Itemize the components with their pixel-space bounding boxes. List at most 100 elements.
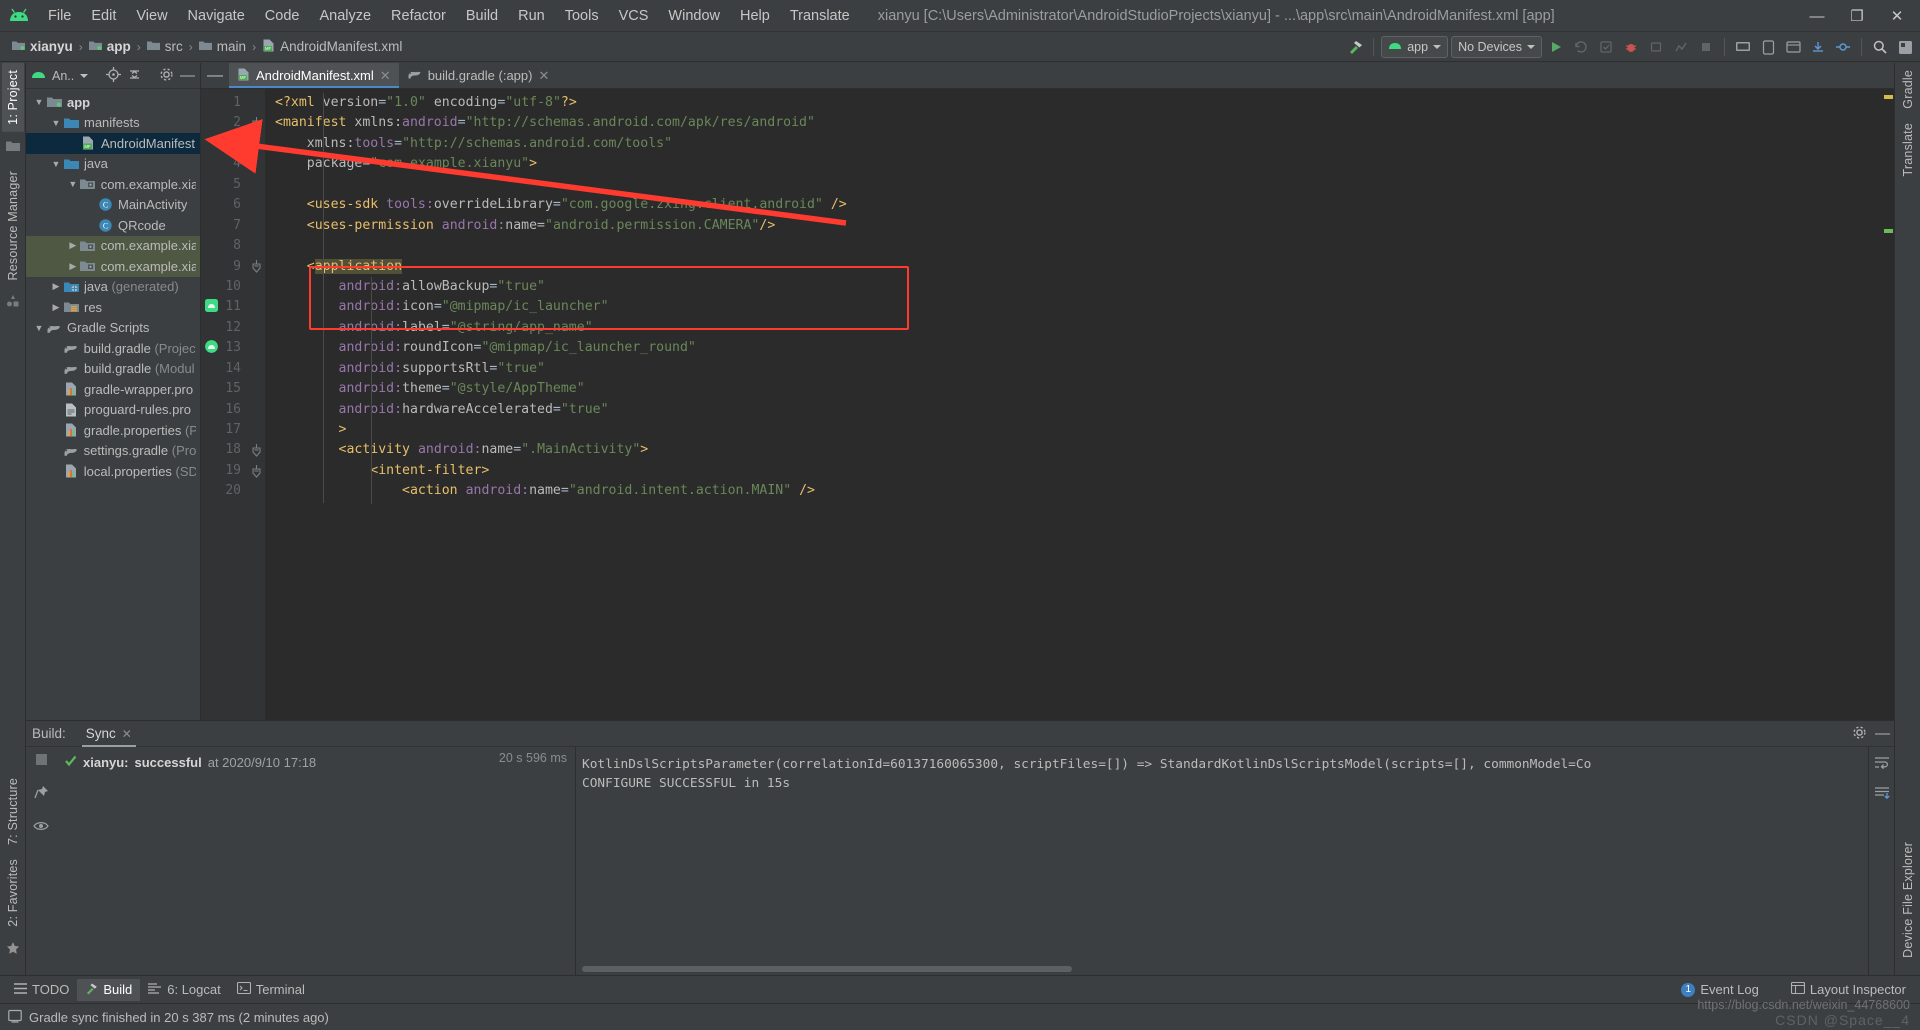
tree-item[interactable]: ▶com.example.xia (26, 236, 200, 257)
maximize-button[interactable]: ❐ (1838, 1, 1876, 31)
menu-item-analyze[interactable]: Analyze (309, 5, 381, 27)
bottom-tab-event-log[interactable]: 1 Event Log (1673, 979, 1767, 1000)
menu-item-edit[interactable]: Edit (81, 5, 126, 27)
device-selector[interactable]: No Devices (1451, 36, 1542, 58)
bottom-tab-build[interactable]: Build (77, 979, 140, 1001)
stop-button[interactable] (1695, 36, 1717, 58)
chevron-down-icon[interactable]: ▼ (66, 179, 80, 189)
stop-build-icon[interactable] (35, 753, 48, 771)
tree-item[interactable]: build.gradle (Modul (26, 359, 200, 380)
build-result-node[interactable]: xianyu: successful at 2020/9/10 17:18 (56, 751, 575, 773)
tree-item[interactable]: settings.gradle (Proj (26, 441, 200, 462)
editor-tab-buildgradle[interactable]: build.gradle (:app) ✕ (399, 63, 558, 88)
tree-item[interactable]: MFAndroidManifest (26, 133, 200, 154)
minimize-button[interactable]: — (1798, 1, 1836, 31)
vcs-update-icon[interactable] (1807, 36, 1829, 58)
tree-item[interactable]: proguard-rules.pro (26, 400, 200, 421)
layout-editor-icon[interactable] (1782, 36, 1804, 58)
breadcrumb-androidmanifest[interactable]: MF AndroidManifest.xml (258, 38, 406, 56)
chevron-right-icon[interactable]: ▶ (49, 302, 63, 313)
fold-toggle-icon[interactable] (247, 113, 265, 133)
hide-panel-icon[interactable]: — (180, 71, 195, 81)
menu-item-file[interactable]: File (38, 5, 81, 27)
bottom-tab-layout-inspector[interactable]: Layout Inspector (1783, 979, 1914, 1000)
hide-editor-icon[interactable]: — (201, 63, 229, 88)
apply-changes-button[interactable] (1595, 36, 1617, 58)
run-button[interactable] (1545, 36, 1567, 58)
eye-icon[interactable] (33, 819, 49, 837)
chevron-right-icon[interactable]: ▶ (66, 240, 80, 251)
close-button[interactable]: ✕ (1878, 1, 1916, 31)
chevron-right-icon[interactable]: ▶ (49, 281, 63, 292)
close-icon[interactable]: ✕ (538, 68, 549, 84)
chevron-down-icon[interactable]: ▼ (32, 97, 46, 107)
console-hscrollbar[interactable] (582, 966, 1072, 972)
rerun-button[interactable] (1570, 36, 1592, 58)
tree-item[interactable]: build.gradle (Project (26, 338, 200, 359)
breadcrumb-xianyu[interactable]: xianyu (8, 38, 77, 55)
profiler-button[interactable] (1670, 36, 1692, 58)
menu-item-help[interactable]: Help (730, 5, 780, 27)
avd-manager-icon[interactable] (1757, 36, 1779, 58)
collapse-all-icon[interactable] (127, 67, 142, 85)
editor-tab-androidmanifest[interactable]: MF AndroidManifest.xml ✕ (229, 63, 399, 88)
fold-toggle-icon[interactable] (247, 257, 265, 277)
chevron-down-icon[interactable]: ▼ (49, 118, 63, 128)
tree-item[interactable]: ▶java (generated) (26, 277, 200, 298)
hide-panel-icon[interactable]: — (1875, 730, 1890, 738)
menu-item-navigate[interactable]: Navigate (178, 5, 255, 27)
locate-file-icon[interactable] (106, 67, 121, 85)
sdk-manager-icon[interactable] (1732, 36, 1754, 58)
search-icon[interactable] (1869, 36, 1891, 58)
breadcrumb-main[interactable]: main (195, 38, 250, 55)
menu-item-window[interactable]: Window (658, 5, 730, 27)
launcher-icon[interactable] (205, 299, 218, 319)
tool-tab-structure[interactable]: 7: Structure (2, 771, 24, 852)
tool-tab-translate[interactable]: Translate (1897, 116, 1919, 183)
build-console[interactable]: KotlinDslScriptsParameter(correlationId=… (576, 747, 1868, 975)
breadcrumb-app[interactable]: app (85, 38, 135, 55)
project-structure-icon[interactable] (1894, 36, 1916, 58)
tree-item[interactable]: ▼manifests (26, 113, 200, 134)
build-tab-sync[interactable]: Sync ✕ (78, 723, 140, 744)
menu-item-tools[interactable]: Tools (555, 5, 609, 27)
project-files-icon[interactable] (6, 139, 20, 157)
settings-gear-icon[interactable] (159, 67, 174, 85)
tree-item[interactable]: local.properties (SD (26, 461, 200, 482)
tree-item[interactable]: ▼app (26, 92, 200, 113)
menu-item-build[interactable]: Build (456, 5, 508, 27)
debug-button[interactable] (1620, 36, 1642, 58)
tree-item[interactable]: ▶com.example.xia (26, 256, 200, 277)
bottom-tab-terminal[interactable]: Terminal (229, 979, 313, 1000)
module-selector[interactable]: app (1381, 36, 1448, 58)
tree-item[interactable]: ▶res (26, 297, 200, 318)
tool-tab-favorites[interactable]: 2: Favorites (2, 852, 24, 934)
menu-item-code[interactable]: Code (255, 5, 310, 27)
wrap-text-icon[interactable] (1874, 755, 1890, 774)
tree-item[interactable]: ▼Gradle Scripts (26, 318, 200, 339)
fold-toggle-icon[interactable] (247, 440, 265, 460)
fold-toggle-icon[interactable] (247, 461, 265, 481)
attach-debugger-button[interactable] (1645, 36, 1667, 58)
project-view-selector[interactable]: An.. (52, 69, 74, 83)
build-results-tree[interactable]: xianyu: successful at 2020/9/10 17:18 20… (56, 747, 576, 975)
menu-item-view[interactable]: View (126, 5, 177, 27)
tree-item[interactable]: ▼java (26, 154, 200, 175)
tree-item[interactable]: ▼com.example.xia (26, 174, 200, 195)
tree-item[interactable]: gradle-wrapper.pro (26, 379, 200, 400)
favorites-star-icon[interactable] (6, 941, 20, 960)
chevron-down-icon[interactable]: ▼ (49, 159, 63, 169)
tool-tab-device-file-explorer[interactable]: Device File Explorer (1897, 835, 1919, 965)
tool-tab-project[interactable]: 1: Project (2, 63, 24, 132)
scroll-to-end-icon[interactable] (1874, 786, 1890, 806)
tree-item[interactable]: gradle.properties (P (26, 420, 200, 441)
close-icon[interactable]: ✕ (122, 727, 132, 741)
tree-item[interactable]: CMainActivity (26, 195, 200, 216)
bottom-tab-logcat[interactable]: 6: Logcat (140, 979, 229, 1000)
close-icon[interactable]: ✕ (380, 68, 391, 84)
bottom-tab-todo[interactable]: TODO (6, 979, 77, 1000)
resource-icon[interactable] (6, 294, 20, 313)
menu-item-vcs[interactable]: VCS (609, 5, 659, 27)
breadcrumb-src[interactable]: src (143, 38, 187, 55)
pin-icon[interactable] (34, 785, 49, 805)
